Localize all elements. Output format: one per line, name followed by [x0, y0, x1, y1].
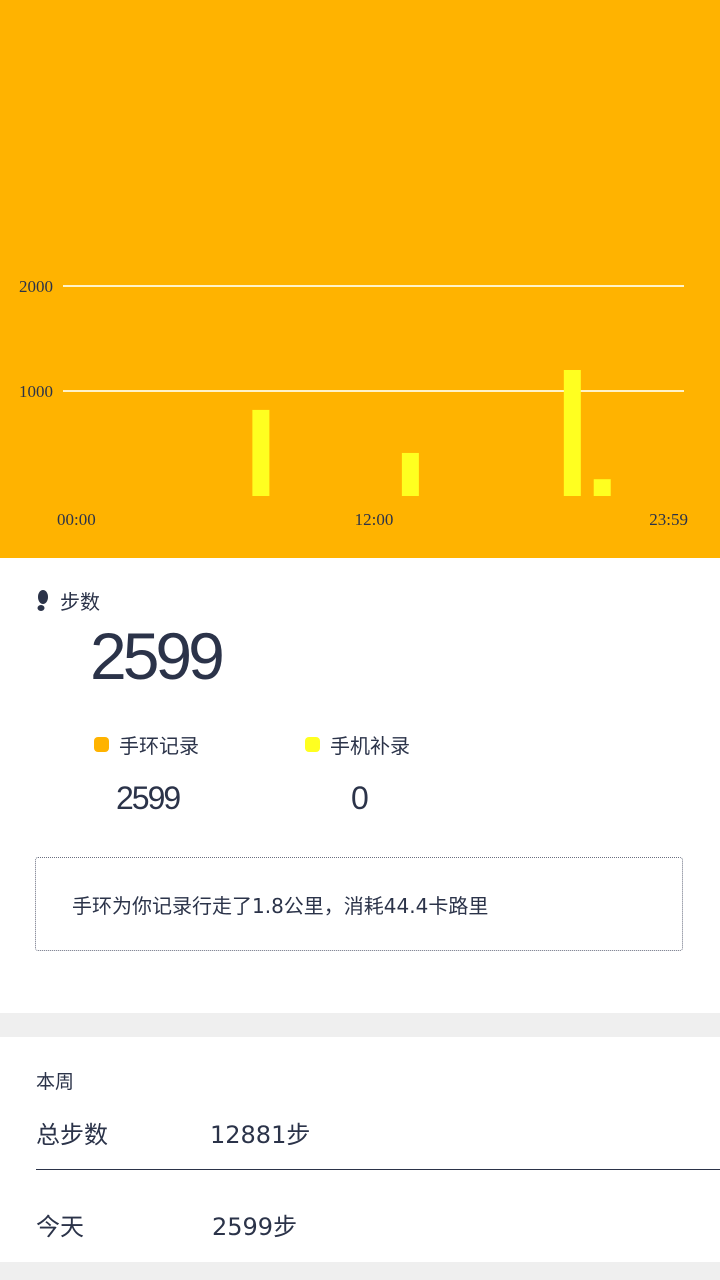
x-tick-label: 12:00 — [355, 510, 394, 529]
step-bar — [401, 452, 419, 496]
today-row[interactable]: 今天 2599步 — [36, 1193, 720, 1253]
x-tick-label: 00:00 — [57, 510, 96, 529]
summary-text: 手环为你记录行走了1.8公里，消耗44.4卡路里 — [72, 893, 489, 918]
steps-card: 步数 2599 手环记录 2599 手机补录 0 手环为你记录行走了1.8公里，… — [0, 558, 720, 1013]
x-tick-label: 23:59 — [649, 510, 688, 529]
legend-phone-label: 手机补录 — [330, 734, 410, 758]
row-divider — [36, 1169, 720, 1170]
week-total-row[interactable]: 总步数 12881步 — [36, 1101, 720, 1161]
y-tick-label: 1000 — [19, 382, 53, 401]
legend-band: 手环记录 — [94, 730, 199, 759]
step-bar — [563, 370, 581, 496]
legend-phone: 手机补录 — [305, 730, 410, 759]
week-total-label: 总步数 — [36, 1121, 108, 1149]
today-label: 今天 — [36, 1213, 84, 1241]
y-tick-label: 2000 — [19, 277, 53, 296]
steps-chart: 2000 1000 00:00 12:00 23:59 — [0, 0, 720, 558]
steps-header: 步数 — [36, 586, 100, 615]
steps-label: 步数 — [60, 590, 100, 614]
band-steps-value: 2599 — [116, 780, 181, 816]
week-title: 本周 — [36, 1071, 75, 1093]
step-bar — [593, 479, 611, 496]
band-color-dot — [94, 737, 109, 752]
week-card: 本周 总步数 12881步 今天 2599步 — [0, 1037, 720, 1262]
summary-box: 手环为你记录行走了1.8公里，消耗44.4卡路里 — [35, 857, 683, 951]
phone-steps-value: 0 — [351, 780, 369, 816]
week-total-value: 12881步 — [210, 1121, 311, 1149]
today-value: 2599步 — [212, 1213, 298, 1241]
footprint-icon — [37, 589, 48, 611]
steps-total: 2599 — [90, 619, 225, 693]
step-bar — [252, 409, 270, 496]
phone-color-dot — [305, 737, 320, 752]
legend-band-label: 手环记录 — [119, 734, 199, 758]
steps-bar-chart: 2000 1000 00:00 12:00 23:59 — [19, 277, 688, 529]
